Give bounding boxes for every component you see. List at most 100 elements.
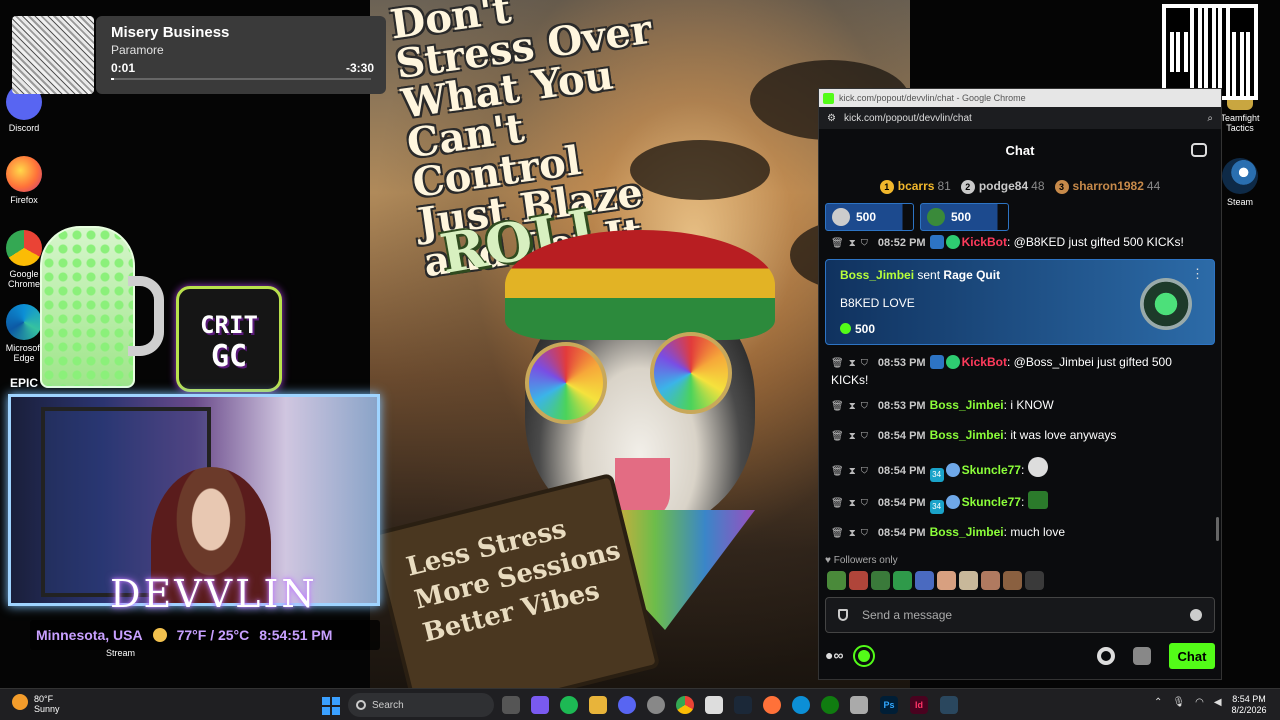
mod-tools-icon[interactable]: 🗑⧗⛉ [831, 498, 873, 509]
emote-icon[interactable] [827, 571, 846, 590]
bot-badge-icon [929, 235, 944, 249]
emote-icon[interactable] [1025, 571, 1044, 590]
rage-quit-icon [1140, 278, 1192, 330]
site-info-icon[interactable]: ⚙ [827, 113, 836, 124]
chrome-taskbar-icon[interactable] [676, 696, 694, 714]
chat-messages: 🗑⧗⛉ 08:52 PM KickBot: @B8KED just gifted 5… [819, 231, 1221, 545]
start-button[interactable] [322, 697, 340, 715]
message-placeholder[interactable]: Send a message [862, 608, 952, 622]
infinity-icon[interactable]: ●∞ [825, 647, 843, 665]
beer-mug-handle [128, 276, 164, 356]
discord-taskbar-icon[interactable] [618, 696, 636, 714]
pinned-gift[interactable]: 500 [920, 203, 1009, 231]
emote-icon[interactable] [871, 571, 890, 590]
leader-1[interactable]: 1 bcarrs 81 [879, 179, 951, 194]
sun-icon [152, 628, 167, 642]
chrome-icon [6, 230, 42, 266]
mod-tools-icon[interactable]: 🗑⧗⛉ [831, 401, 873, 412]
xbox-icon[interactable] [821, 696, 839, 714]
chat-message[interactable]: 🗑⧗⛉ 08:54 PM Boss_Jimbei: much love [819, 517, 1221, 545]
chat-message[interactable]: 🗑⧗⛉ 08:52 PM KickBot: @B8KED just gifted 5… [819, 231, 1221, 255]
zoom-icon[interactable]: ⌕ [1207, 113, 1213, 124]
bot-badge-icon [929, 355, 944, 369]
chat-message[interactable]: 🗑⧗⛉ 08:54 PM 34 Skuncle77: [819, 448, 1221, 485]
photoshop-icon[interactable]: Ps [880, 696, 898, 714]
mod-tools-icon[interactable]: 🗑⧗⛉ [831, 528, 873, 539]
now-playing-panel[interactable]: Misery Business Paramore 0:01 -3:30 [96, 16, 386, 94]
pinned-gifts: 500 500 [819, 199, 1221, 231]
desktop-icon-stream-label[interactable]: Stream [106, 648, 135, 658]
kick-coin-icon[interactable] [853, 645, 876, 667]
settings-icon[interactable] [1097, 647, 1115, 665]
leader-3[interactable]: 3 sharron1982 44 [1054, 179, 1160, 194]
taskbar-search[interactable]: Search [348, 693, 494, 717]
window-titlebar[interactable]: kick.com/popout/devvlin/chat - Google Ch… [819, 89, 1221, 107]
chat-message[interactable]: 🗑⧗⛉ 08:54 PM Boss_Jimbei: it was love anyw… [819, 418, 1221, 448]
location-weather-bar: Minnesota, USA 77°F / 25°C 8:54:51 PM [30, 620, 380, 650]
taskbar-weather[interactable]: 80°F Sunny [12, 694, 60, 714]
chat-scrollbar[interactable] [1216, 517, 1219, 541]
emoji-icon[interactable] [1190, 609, 1202, 621]
emote-icon[interactable] [1003, 571, 1022, 590]
clock: 8:54:51 PM [259, 627, 333, 643]
progress-fill [111, 78, 114, 80]
chrome-window[interactable]: kick.com/popout/devvlin/chat - Google Ch… [818, 88, 1222, 680]
users-icon[interactable] [1191, 143, 1207, 157]
emote-icon[interactable] [915, 571, 934, 590]
volume-icon[interactable]: ◀ [1214, 697, 1222, 708]
steam-app-icon[interactable] [940, 696, 958, 714]
shield-icon [838, 609, 848, 621]
edge-taskbar-icon[interactable] [792, 696, 810, 714]
gift-card[interactable]: Boss_Jimbei sent Rage Quit B8KED LOVE 50… [825, 259, 1215, 345]
gift-leaderboard: 1 bcarrs 81 2 podge84 48 3 sharron1982 44 [819, 173, 1221, 199]
mod-tools-icon[interactable]: 🗑⧗⛉ [831, 466, 873, 477]
obs-icon[interactable] [647, 696, 665, 714]
system-tray[interactable]: ⌃ 🎙 ◠ ◀ [1154, 697, 1222, 708]
window-title: kick.com/popout/devvlin/chat - Google Ch… [839, 93, 1026, 103]
indesign-icon[interactable]: Id [910, 696, 928, 714]
steam-taskbar-icon[interactable] [734, 696, 752, 714]
task-view-icon[interactable] [502, 696, 520, 714]
emote-icon[interactable] [937, 571, 956, 590]
emote-icon[interactable] [981, 571, 1000, 590]
mod-tools-icon[interactable]: 🗑⧗⛉ [831, 358, 873, 369]
chat-title: Chat [1005, 143, 1035, 158]
url-text[interactable]: kick.com/popout/devvlin/chat [844, 113, 972, 124]
pinned-gift[interactable]: 500 [825, 203, 914, 231]
file-explorer-icon[interactable] [589, 696, 607, 714]
send-chat-button[interactable]: Chat [1169, 643, 1215, 669]
mod-tools-icon[interactable]: 🗑⧗⛉ [831, 431, 873, 442]
emote-icon[interactable] [849, 571, 868, 590]
crit-emote-icon [1027, 491, 1048, 509]
firefox-taskbar-icon[interactable] [763, 696, 781, 714]
brand-logo: DEVVLIN [110, 572, 318, 616]
chat-message[interactable]: 🗑⧗⛉ 08:53 PM Boss_Jimbei: i KNOW [819, 391, 1221, 418]
emote-icon[interactable] [893, 571, 912, 590]
copilot-icon[interactable] [531, 696, 549, 714]
taskbar-clock[interactable]: 8:54 PM 8/2/2026 [1226, 694, 1272, 716]
temperature: 77°F / 25°C [176, 627, 250, 643]
microphone-icon[interactable]: 🎙 [1172, 697, 1185, 708]
emote-bar [827, 571, 1044, 590]
remaining-time: -3:30 [345, 61, 374, 75]
verified-badge-icon [945, 355, 960, 369]
kick-coin-icon [840, 323, 851, 334]
spotify-icon[interactable] [560, 696, 578, 714]
progress-bar[interactable] [111, 78, 371, 80]
steam-icon [1222, 158, 1258, 194]
emote-icon[interactable] [959, 571, 978, 590]
app-icon[interactable] [850, 696, 868, 714]
desktop-icon-firefox[interactable]: Firefox [0, 156, 52, 205]
mod-tools-icon[interactable]: 🗑⧗⛉ [831, 238, 873, 249]
puzzle-icon[interactable] [1133, 647, 1151, 665]
chat-message[interactable]: 🗑⧗⛉ 08:53 PM KickBot: @Boss_Jimbei just gi… [819, 351, 1221, 391]
search-icon [356, 700, 366, 710]
message-input[interactable]: Send a message [825, 597, 1215, 633]
chevron-up-icon[interactable]: ⌃ [1154, 697, 1162, 708]
wifi-icon[interactable]: ◠ [1195, 697, 1204, 708]
chat-message[interactable]: 🗑⧗⛉ 08:54 PM 34 Skuncle77: [819, 485, 1221, 517]
notepad-icon[interactable] [705, 696, 723, 714]
address-bar[interactable]: ⚙ kick.com/popout/devvlin/chat ⌕ [819, 107, 1221, 129]
leader-2[interactable]: 2 podge84 48 [960, 179, 1045, 194]
more-options-icon[interactable]: ⋮ [1191, 266, 1204, 282]
